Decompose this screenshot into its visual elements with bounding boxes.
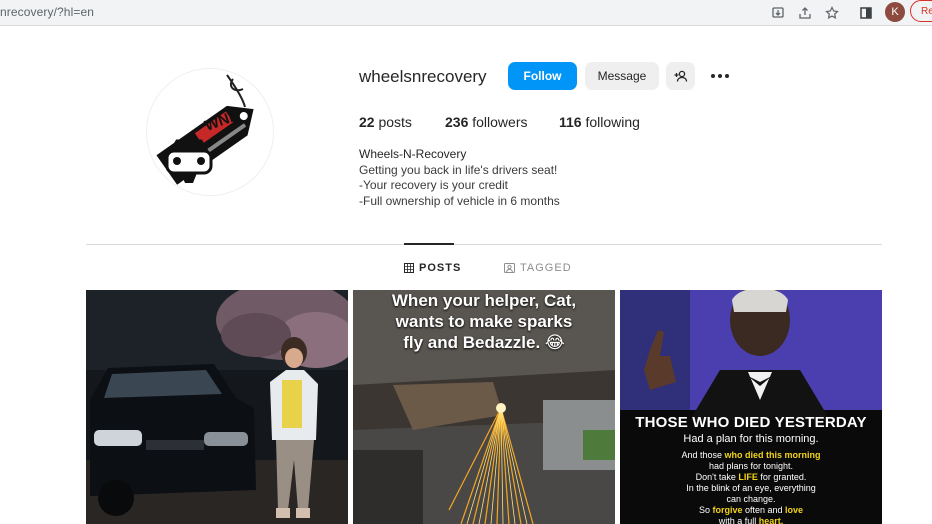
quote-line: Don't take LIFE for granted.	[695, 472, 807, 482]
following-count: 116	[559, 114, 582, 130]
quote-line: had plans for tonight.	[708, 461, 794, 471]
quote-line: In the blink of an eye, everything	[686, 483, 816, 493]
bookmark-star-icon[interactable]	[823, 4, 841, 22]
post-thumbnail[interactable]: THOSE WHO DIED YESTERDAY Had a plan for …	[620, 290, 882, 524]
quote-headline: THOSE WHO DIED YESTERDAY	[635, 414, 867, 431]
side-panel-icon[interactable]	[857, 4, 875, 22]
bio-line: -Full ownership of vehicle in 6 months	[359, 194, 560, 208]
caption-line: When your helper, Cat,	[391, 291, 577, 310]
bio-line: Getting you back in life's drivers seat!	[359, 163, 558, 177]
browser-toolbar: nrecovery/?hl=en K Re	[0, 0, 932, 26]
posts-count: 22	[359, 114, 375, 130]
following-stat[interactable]: 116 following	[559, 114, 640, 130]
posts-stat[interactable]: 22 posts	[359, 114, 412, 130]
quote-body: And those who died this morning had plan…	[620, 450, 882, 524]
followers-stat[interactable]: 236 followers	[445, 114, 528, 130]
tab-posts-label: POSTS	[419, 262, 462, 274]
profile-avatar[interactable]: WNR	[146, 68, 274, 196]
quote-line: can change.	[726, 494, 776, 504]
post-caption-overlay: When your helper, Cat, wants to make spa…	[353, 290, 615, 353]
active-tab-indicator	[404, 243, 454, 245]
tab-posts[interactable]: POSTS	[404, 262, 461, 274]
suggested-accounts-button[interactable]	[666, 62, 695, 90]
tabs-divider	[86, 244, 882, 245]
tab-tagged[interactable]: TAGGED	[504, 262, 572, 274]
post-thumbnail[interactable]	[86, 290, 348, 524]
install-icon[interactable]	[769, 4, 787, 22]
caption-line: fly and Bedazzle. 😂	[403, 333, 565, 352]
posts-label: posts	[378, 114, 412, 130]
follow-button[interactable]: Follow	[508, 62, 577, 90]
tagged-icon	[504, 263, 515, 273]
profile-username: wheelsnrecovery	[359, 67, 487, 86]
post-photo-woman-car	[86, 290, 348, 524]
relaunch-button[interactable]: Re	[910, 0, 932, 22]
message-button[interactable]: Message	[585, 62, 659, 90]
quote-subheadline: Had a plan for this morning.	[683, 433, 819, 445]
wnr-logo-icon: WNR	[156, 74, 254, 185]
bio-line: -Your recovery is your credit	[359, 178, 508, 192]
post-thumbnail[interactable]: When your helper, Cat, wants to make spa…	[353, 290, 615, 524]
caption-line: wants to make sparks	[395, 312, 573, 331]
quote-line: So forgive often and love	[698, 505, 804, 515]
add-user-icon	[674, 70, 687, 82]
grid-icon	[404, 263, 414, 273]
address-bar-url[interactable]: nrecovery/?hl=en	[0, 5, 94, 19]
followers-label: followers	[472, 114, 528, 130]
tab-tagged-label: TAGGED	[520, 262, 572, 274]
browser-profile-avatar[interactable]: K	[885, 2, 905, 22]
following-label: following	[585, 114, 640, 130]
share-icon[interactable]	[796, 4, 814, 22]
bio-display-name: Wheels-N-Recovery	[359, 147, 467, 161]
more-options-icon[interactable]	[708, 66, 732, 86]
followers-count: 236	[445, 114, 469, 130]
quote-line: with a full heart.	[718, 516, 784, 524]
quote-line: And those who died this morning	[681, 450, 821, 460]
